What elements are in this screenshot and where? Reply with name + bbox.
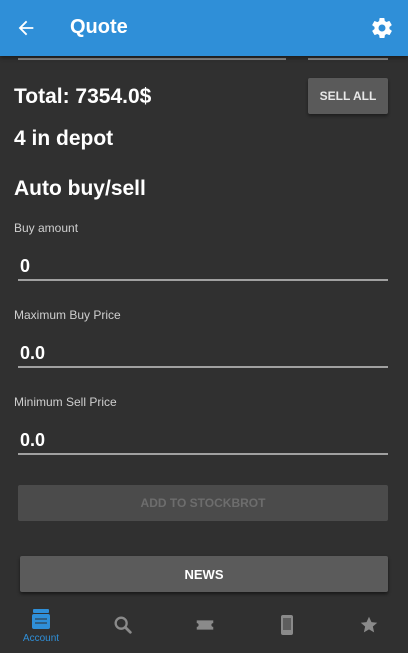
wallet-icon: [32, 608, 50, 629]
min-sell-price-input[interactable]: [18, 427, 388, 455]
max-buy-price-input[interactable]: [18, 340, 388, 368]
sell-all-button[interactable]: SELL ALL: [308, 78, 388, 114]
star-icon: [360, 616, 378, 633]
ticket-icon: [196, 620, 214, 630]
nav-label-account: Account: [22, 632, 60, 644]
buy-amount-input[interactable]: [18, 253, 388, 281]
max-buy-price-label: Maximum Buy Price: [14, 308, 121, 322]
arrow-left-icon: [18, 20, 34, 36]
total-value: Total: 7354.0$: [14, 85, 152, 108]
min-sell-price-label: Minimum Sell Price: [14, 395, 117, 409]
nav-item-phone[interactable]: [246, 597, 328, 653]
page-title: Quote: [70, 16, 128, 38]
bottom-navigation: Account: [0, 597, 408, 653]
section-heading: Auto buy/sell: [14, 177, 146, 200]
divider: [18, 58, 286, 60]
phone-icon: [281, 615, 293, 635]
depot-count: 4 in depot: [14, 127, 114, 150]
buy-amount-label: Buy amount: [14, 221, 79, 235]
search-icon: [114, 616, 132, 634]
nav-item-ticket[interactable]: [164, 597, 246, 653]
nav-item-account[interactable]: Account: [0, 597, 82, 653]
gear-icon: [372, 18, 392, 39]
back-button[interactable]: [12, 14, 40, 42]
add-to-watchlist-button[interactable]: ADD TO STOCKBROT: [18, 485, 388, 521]
news-button[interactable]: NEWS: [20, 556, 388, 592]
nav-item-search[interactable]: [82, 597, 164, 653]
settings-button[interactable]: [368, 14, 396, 42]
divider: [308, 58, 388, 60]
app-bar: Quote: [0, 0, 408, 56]
nav-item-favorites[interactable]: [328, 597, 408, 653]
